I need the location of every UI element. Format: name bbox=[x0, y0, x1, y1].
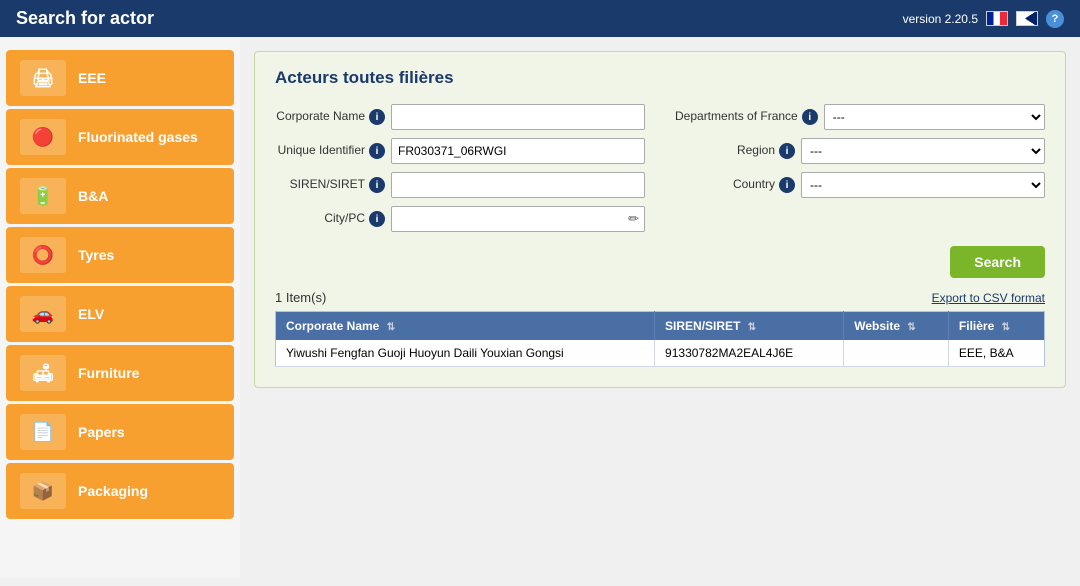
flag-french-icon[interactable] bbox=[986, 11, 1008, 26]
sidebar-item-fluorinated[interactable]: 🔴 Fluorinated gases bbox=[6, 109, 234, 165]
corporate-name-label-wrap: Corporate Name i bbox=[275, 109, 385, 125]
sidebar-label-fluorinated: Fluorinated gases bbox=[78, 129, 198, 145]
sidebar-item-furniture[interactable]: 🛋 Furniture bbox=[6, 345, 234, 401]
version-label: version 2.20.5 bbox=[903, 12, 978, 26]
col-website[interactable]: Website ⇅ bbox=[844, 312, 949, 341]
region-info-icon[interactable]: i bbox=[779, 143, 795, 159]
col-filiere[interactable]: Filière ⇅ bbox=[948, 312, 1044, 341]
sort-siren-siret-icon: ⇅ bbox=[748, 322, 756, 333]
sidebar-label-furniture: Furniture bbox=[78, 365, 139, 381]
city-pc-label-wrap: City/PC i bbox=[275, 211, 385, 227]
search-btn-row: Search bbox=[275, 246, 1045, 278]
country-label-wrap: Country i bbox=[675, 177, 795, 193]
cell-filiere: EEE, B&A bbox=[948, 340, 1044, 367]
departments-select[interactable]: --- bbox=[824, 104, 1045, 130]
search-panel: Acteurs toutes filières Corporate Name i bbox=[254, 51, 1066, 388]
sidebar-icon-bna: 🔋 bbox=[20, 178, 66, 214]
siren-siret-label-wrap: SIREN/SIRET i bbox=[275, 177, 385, 193]
siren-siret-label: SIREN/SIRET bbox=[290, 177, 365, 193]
city-pc-label: City/PC bbox=[324, 211, 365, 227]
unique-identifier-info-icon[interactable]: i bbox=[369, 143, 385, 159]
country-label: Country bbox=[733, 177, 775, 193]
city-input-wrap: ✏ bbox=[391, 206, 645, 232]
sidebar: 🖨 EEE 🔴 Fluorinated gases 🔋 B&A ⭕ Tyres … bbox=[0, 37, 240, 578]
siren-siret-input[interactable] bbox=[391, 172, 645, 198]
sidebar-icon-furniture: 🛋 bbox=[20, 355, 66, 391]
help-icon[interactable]: ? bbox=[1046, 10, 1064, 28]
sidebar-label-papers: Papers bbox=[78, 424, 125, 440]
unique-identifier-label-wrap: Unique Identifier i bbox=[275, 143, 385, 159]
content-area: Acteurs toutes filières Corporate Name i bbox=[240, 37, 1080, 578]
search-form: Corporate Name i Unique Identifier i bbox=[275, 104, 1045, 232]
results-header: 1 Item(s) Export to CSV format bbox=[275, 290, 1045, 305]
page-title: Search for actor bbox=[16, 8, 154, 29]
search-button[interactable]: Search bbox=[950, 246, 1045, 278]
cell-website bbox=[844, 340, 949, 367]
country-info-icon[interactable]: i bbox=[779, 177, 795, 193]
panel-title: Acteurs toutes filières bbox=[275, 68, 1045, 88]
sidebar-icon-fluorinated: 🔴 bbox=[20, 119, 66, 155]
departments-label: Departments of France bbox=[675, 109, 798, 125]
country-row: Country i --- bbox=[675, 172, 1045, 198]
city-pc-input[interactable] bbox=[391, 206, 645, 232]
flag-english-icon[interactable] bbox=[1016, 11, 1038, 26]
sidebar-icon-eee: 🖨 bbox=[20, 60, 66, 96]
unique-identifier-input[interactable] bbox=[391, 138, 645, 164]
region-row: Region i --- bbox=[675, 138, 1045, 164]
sidebar-item-elv[interactable]: 🚗 ELV bbox=[6, 286, 234, 342]
cell-siren-siret: 91330782MA2EAL4J6E bbox=[655, 340, 844, 367]
unique-identifier-label: Unique Identifier bbox=[278, 143, 365, 159]
city-edit-icon[interactable]: ✏ bbox=[628, 211, 639, 227]
sidebar-item-papers[interactable]: 📄 Papers bbox=[6, 404, 234, 460]
unique-identifier-row: Unique Identifier i bbox=[275, 138, 645, 164]
siren-siret-info-icon[interactable]: i bbox=[369, 177, 385, 193]
right-fields: Departments of France i --- Region i bbox=[675, 104, 1045, 232]
sidebar-label-packaging: Packaging bbox=[78, 483, 148, 499]
results-table: Corporate Name ⇅ SIREN/SIRET ⇅ Website ⇅… bbox=[275, 311, 1045, 367]
sort-corporate-name-icon: ⇅ bbox=[387, 322, 395, 333]
sidebar-label-eee: EEE bbox=[78, 70, 106, 86]
left-fields: Corporate Name i Unique Identifier i bbox=[275, 104, 645, 232]
departments-row: Departments of France i --- bbox=[675, 104, 1045, 130]
siren-siret-row: SIREN/SIRET i bbox=[275, 172, 645, 198]
sort-filiere-icon: ⇅ bbox=[1002, 322, 1010, 333]
sidebar-label-bna: B&A bbox=[78, 188, 108, 204]
city-pc-info-icon[interactable]: i bbox=[369, 211, 385, 227]
corporate-name-label: Corporate Name bbox=[276, 109, 365, 125]
sidebar-icon-papers: 📄 bbox=[20, 414, 66, 450]
corporate-name-input[interactable] bbox=[391, 104, 645, 130]
country-select[interactable]: --- bbox=[801, 172, 1045, 198]
cell-corporate-name: Yiwushi Fengfan Guoji Huoyun Daili Youxi… bbox=[276, 340, 655, 367]
sidebar-icon-packaging: 📦 bbox=[20, 473, 66, 509]
top-bar-right: version 2.20.5 ? bbox=[903, 10, 1064, 28]
results-count: 1 Item(s) bbox=[275, 290, 326, 305]
sidebar-item-packaging[interactable]: 📦 Packaging bbox=[6, 463, 234, 519]
city-pc-row: City/PC i ✏ bbox=[275, 206, 645, 232]
col-siren-siret[interactable]: SIREN/SIRET ⇅ bbox=[655, 312, 844, 341]
sidebar-label-elv: ELV bbox=[78, 306, 104, 322]
region-select[interactable]: --- bbox=[801, 138, 1045, 164]
sort-website-icon: ⇅ bbox=[907, 322, 915, 333]
results-table-head: Corporate Name ⇅ SIREN/SIRET ⇅ Website ⇅… bbox=[276, 312, 1045, 341]
sidebar-item-tyres[interactable]: ⭕ Tyres bbox=[6, 227, 234, 283]
results-table-header-row: Corporate Name ⇅ SIREN/SIRET ⇅ Website ⇅… bbox=[276, 312, 1045, 341]
main-layout: 🖨 EEE 🔴 Fluorinated gases 🔋 B&A ⭕ Tyres … bbox=[0, 37, 1080, 578]
table-row[interactable]: Yiwushi Fengfan Guoji Huoyun Daili Youxi… bbox=[276, 340, 1045, 367]
region-label-wrap: Region i bbox=[675, 143, 795, 159]
sidebar-icon-elv: 🚗 bbox=[20, 296, 66, 332]
departments-label-wrap: Departments of France i bbox=[675, 109, 818, 125]
results-table-body: Yiwushi Fengfan Guoji Huoyun Daili Youxi… bbox=[276, 340, 1045, 367]
departments-info-icon[interactable]: i bbox=[802, 109, 818, 125]
corporate-name-info-icon[interactable]: i bbox=[369, 109, 385, 125]
sidebar-item-bna[interactable]: 🔋 B&A bbox=[6, 168, 234, 224]
corporate-name-row: Corporate Name i bbox=[275, 104, 645, 130]
sidebar-item-eee[interactable]: 🖨 EEE bbox=[6, 50, 234, 106]
top-bar: Search for actor version 2.20.5 ? bbox=[0, 0, 1080, 37]
region-label: Region bbox=[737, 143, 775, 159]
sidebar-label-tyres: Tyres bbox=[78, 247, 114, 263]
export-csv-link[interactable]: Export to CSV format bbox=[932, 291, 1045, 305]
col-corporate-name[interactable]: Corporate Name ⇅ bbox=[276, 312, 655, 341]
sidebar-icon-tyres: ⭕ bbox=[20, 237, 66, 273]
